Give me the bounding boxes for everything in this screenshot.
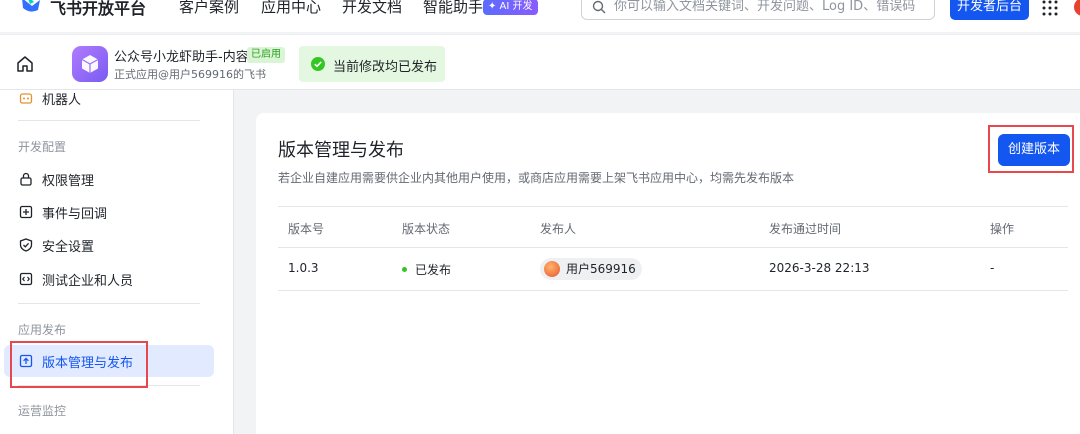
app-subtitle: 正式应用@用户569916的飞书 xyxy=(114,68,266,81)
ai-dev-badge[interactable]: ✦ AI 开发 xyxy=(483,0,538,15)
sidebar-group-app-release: 应用发布 xyxy=(18,323,67,337)
lock-icon xyxy=(20,172,32,186)
app-icon xyxy=(72,46,108,82)
version-status: 已发布 xyxy=(415,263,452,277)
publisher-avatar xyxy=(544,261,560,277)
sidebar-item-events[interactable]: 事件与回调 xyxy=(4,196,214,228)
enabled-status-badge: 已启用 xyxy=(247,47,285,63)
nav-app-center[interactable]: 应用中心 xyxy=(261,0,321,17)
sidebar-item-label: 权限管理 xyxy=(42,174,95,189)
brand-name[interactable]: 飞书开放平台 xyxy=(50,0,146,19)
publish-status-text: 当前修改均已发布 xyxy=(333,60,438,75)
column-header-status: 版本状态 xyxy=(402,222,451,236)
user-avatar[interactable] xyxy=(1074,0,1080,16)
sidebar-item-security[interactable]: 安全设置 xyxy=(4,229,214,261)
publisher-name: 用户569916 xyxy=(566,262,636,276)
robot-icon xyxy=(19,93,33,104)
nav-customer-cases[interactable]: 客户案例 xyxy=(179,0,239,17)
sidebar-item-test-tenants[interactable]: 测试企业和人员 xyxy=(4,263,214,295)
column-header-actions: 操作 xyxy=(990,222,1015,236)
row-action: - xyxy=(990,261,995,275)
sidebar-item-label: 测试企业和人员 xyxy=(42,274,134,289)
cube-icon xyxy=(81,55,99,73)
sidebar-item-bot[interactable]: 机器人 xyxy=(4,82,214,114)
search-icon xyxy=(592,0,606,14)
shield-icon xyxy=(19,238,33,252)
sidebar-item-label: 机器人 xyxy=(42,93,82,108)
code-box-icon xyxy=(19,272,33,286)
home-icon[interactable] xyxy=(16,55,34,73)
status-dot-icon xyxy=(402,267,407,272)
plus-square-icon xyxy=(19,205,33,219)
developer-console-button[interactable]: 开发者后台 xyxy=(950,0,1030,20)
top-navigation-bar: 飞书开放平台 客户案例 应用中心 开发文档 智能助手 ✦ AI 开发 开发者后台 xyxy=(0,0,1080,32)
page-description: 若企业自建应用需要供企业内其他用户使用，或商店应用需要上架飞书应用中心，均需先发… xyxy=(278,171,795,185)
sidebar-group-operations: 运营监控 xyxy=(18,404,67,418)
sidebar-item-label: 事件与回调 xyxy=(42,207,108,222)
column-header-version: 版本号 xyxy=(288,222,325,236)
sidebar-item-permissions[interactable]: 权限管理 xyxy=(4,163,214,195)
nav-dev-docs[interactable]: 开发文档 xyxy=(342,0,402,17)
version-number: 1.0.3 xyxy=(288,261,319,275)
table-header: 版本号 版本状态 发布人 发布通过时间 操作 xyxy=(278,206,1068,248)
nav-smart-assistant[interactable]: 智能助手 xyxy=(423,0,483,17)
check-circle-icon xyxy=(311,57,325,71)
highlight-box-version-management xyxy=(10,341,148,388)
sidebar: 机器人 开发配置 权限管理 事件与回调 安全设置 测试企业和人员 应用发布 版本… xyxy=(0,90,234,434)
sidebar-item-label: 安全设置 xyxy=(42,240,95,255)
sidebar-group-dev-config: 开发配置 xyxy=(18,140,67,154)
table-row[interactable]: 1.0.3 已发布 用户569916 2026-3-28 22:13 - xyxy=(278,248,1068,291)
sidebar-divider xyxy=(18,303,200,304)
column-header-approved-time: 发布通过时间 xyxy=(769,222,842,236)
page-title: 版本管理与发布 xyxy=(278,140,404,161)
app-name: 公众号小龙虾助手-内容 xyxy=(114,50,249,65)
highlight-box-create-version xyxy=(988,125,1074,173)
publish-status-banner: 当前修改均已发布 xyxy=(299,46,445,82)
search-input[interactable] xyxy=(614,0,924,15)
feishu-logo-icon[interactable] xyxy=(20,0,42,14)
app-grid-icon[interactable] xyxy=(1042,0,1058,16)
approved-time: 2026-3-28 22:13 xyxy=(769,261,870,275)
search-box[interactable] xyxy=(581,0,935,20)
column-header-publisher: 发布人 xyxy=(540,222,577,236)
sidebar-divider xyxy=(18,120,200,121)
version-management-card: 版本管理与发布 若企业自建应用需要供企业内其他用户使用，或商店应用需要上架飞书应… xyxy=(256,113,1080,434)
publisher-chip[interactable]: 用户569916 xyxy=(540,258,642,280)
